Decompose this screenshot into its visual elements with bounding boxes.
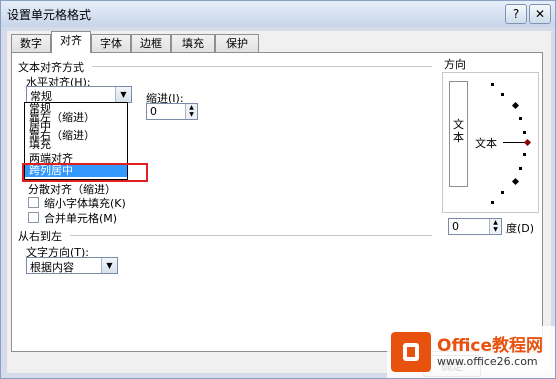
office-logo-icon bbox=[391, 332, 431, 372]
orientation-box[interactable]: 文 本 文本 bbox=[442, 72, 539, 213]
orientation-pointer-line bbox=[503, 142, 525, 143]
help-button[interactable]: ? bbox=[505, 4, 527, 24]
indent-spinner[interactable]: 0 ▲ ▼ bbox=[146, 103, 198, 120]
dialog-body: 数字 对齐 字体 边框 填充 保护 文本对齐方式 水平对齐(H): 常规 ▼ 缩… bbox=[7, 31, 551, 377]
indent-value: 0 bbox=[150, 105, 157, 118]
divider bbox=[70, 235, 432, 236]
angle-dot bbox=[519, 167, 522, 170]
spinner-arrows-icon[interactable]: ▲ ▼ bbox=[185, 104, 197, 119]
watermark: Office教程网 www.office26.com bbox=[387, 326, 555, 378]
shrink-label: 缩小字体填充(K) bbox=[44, 197, 126, 210]
tab-fill[interactable]: 填充 bbox=[171, 34, 215, 52]
degree-label: 度(D) bbox=[506, 222, 535, 235]
angle-dot bbox=[519, 117, 522, 120]
horizontal-align-select[interactable]: 常规 ▼ bbox=[26, 86, 132, 103]
merge-checkbox[interactable] bbox=[28, 212, 39, 223]
orientation-sample-text: 文本 bbox=[475, 137, 497, 150]
shrink-checkbox[interactable] bbox=[28, 197, 39, 208]
text-alignment-heading: 文本对齐方式 bbox=[18, 61, 84, 74]
rtl-heading: 从右到左 bbox=[18, 230, 62, 243]
option-fill[interactable]: 填充 bbox=[29, 139, 51, 151]
angle-dot bbox=[491, 201, 494, 204]
degree-spinner[interactable]: 0 ▲ ▼ bbox=[448, 218, 502, 235]
vertical-text-button[interactable]: 文 本 bbox=[449, 81, 468, 187]
angle-dot bbox=[523, 153, 526, 156]
angle-dot bbox=[523, 131, 526, 134]
tab-border[interactable]: 边框 bbox=[131, 34, 171, 52]
watermark-url: www.office26.com bbox=[437, 355, 538, 368]
orientation-handle[interactable] bbox=[523, 138, 532, 147]
close-button[interactable]: ✕ bbox=[529, 4, 551, 24]
alignment-panel: 文本对齐方式 水平对齐(H): 常规 ▼ 缩进(I): 0 ▲ ▼ 常规 靠左（缩… bbox=[11, 52, 543, 352]
watermark-brand: Office教程网 bbox=[437, 336, 544, 356]
orientation-heading: 方向 bbox=[444, 58, 466, 71]
text-direction-value: 根据内容 bbox=[30, 261, 74, 274]
angle-dot bbox=[501, 93, 504, 96]
spinner-arrows-icon[interactable]: ▲ ▼ bbox=[489, 219, 501, 234]
divider bbox=[92, 66, 432, 67]
dialog-title: 设置单元格格式 bbox=[7, 8, 92, 22]
angle-dot bbox=[501, 191, 504, 194]
highlight-box bbox=[22, 163, 148, 182]
vertical-text-char: 文 bbox=[453, 118, 464, 131]
tab-alignment[interactable]: 对齐 bbox=[51, 31, 91, 53]
text-direction-select[interactable]: 根据内容 ▼ bbox=[26, 257, 118, 274]
chevron-down-icon[interactable]: ▼ bbox=[101, 258, 117, 273]
merge-label: 合并单元格(M) bbox=[44, 212, 118, 225]
tab-protection[interactable]: 保护 bbox=[215, 34, 259, 52]
tab-number[interactable]: 数字 bbox=[11, 34, 51, 52]
chevron-down-icon[interactable]: ▼ bbox=[115, 87, 131, 102]
title-bar: 设置单元格格式 ? ✕ bbox=[1, 1, 555, 27]
tab-font[interactable]: 字体 bbox=[91, 34, 131, 52]
format-cells-dialog: 设置单元格格式 ? ✕ 数字 对齐 字体 边框 填充 保护 文本对齐方式 水平对… bbox=[0, 0, 556, 379]
angle-marker bbox=[511, 101, 520, 110]
angle-marker bbox=[511, 177, 520, 186]
degree-value: 0 bbox=[452, 220, 459, 233]
angle-dot bbox=[491, 83, 494, 86]
vertical-text-char: 本 bbox=[453, 131, 464, 144]
